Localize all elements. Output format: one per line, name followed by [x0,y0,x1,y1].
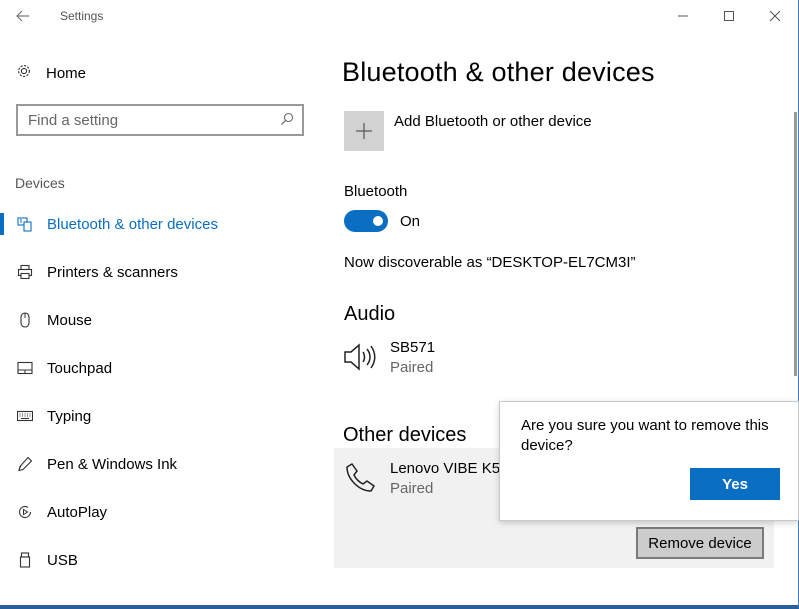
search-icon[interactable] [280,112,294,131]
discoverable-text: Now discoverable as “DESKTOP-EL7CM3I” [344,254,636,271]
sidebar: Home Devices Bluetooth & other devices P… [0,32,320,605]
sidebar-item-label: Printers & scanners [47,263,178,281]
sidebar-item-typing[interactable]: Typing [0,396,320,436]
bluetooth-devices-icon [16,215,34,233]
minimize-icon[interactable] [660,0,706,32]
sidebar-item-label: Typing [47,407,92,425]
sidebar-item-usb[interactable]: USB [0,540,320,580]
confirm-message: Are you sure you want to remove this dev… [521,417,769,454]
sidebar-item-printers[interactable]: Printers & scanners [0,252,320,292]
gear-icon [16,63,32,83]
sidebar-item-autoplay[interactable]: AutoPlay [0,492,320,532]
close-icon[interactable] [752,0,798,32]
sidebar-item-label: AutoPlay [47,503,108,521]
remove-device-button[interactable]: Remove device [636,527,764,559]
settings-window: Settings Home Devices [0,0,799,609]
sidebar-item-label: Pen & Windows Ink [47,455,178,473]
home-label: Home [46,64,87,82]
usb-icon [16,551,34,569]
yes-button[interactable]: Yes [690,468,780,500]
speaker-icon [342,339,378,375]
other-device-name: Lenovo VIBE K5 [390,460,501,477]
add-device-label[interactable]: Add Bluetooth or other device [394,113,592,130]
audio-device-status: Paired [390,359,434,376]
sidebar-item-label: Bluetooth & other devices [47,215,218,233]
sidebar-item-bluetooth[interactable]: Bluetooth & other devices [0,204,320,244]
toggle-knob [373,216,383,226]
search-input[interactable] [28,111,268,129]
confirm-remove-flyout: Are you sure you want to remove this dev… [499,401,799,521]
page-title: Bluetooth & other devices [342,57,655,87]
keyboard-icon [16,407,34,425]
other-device-status: Paired [390,480,434,497]
home-link[interactable]: Home [16,62,86,84]
search-box[interactable] [16,104,304,136]
scrollbar[interactable] [794,112,797,376]
sidebar-item-pen[interactable]: Pen & Windows Ink [0,444,320,484]
bluetooth-state-label: On [400,213,421,230]
pen-icon [16,455,34,473]
mouse-icon [16,311,34,329]
sidebar-item-label: Touchpad [47,359,113,377]
add-device-button[interactable] [344,111,384,151]
maximize-icon[interactable] [706,0,752,32]
other-devices-heading: Other devices [343,424,467,446]
printer-icon [16,263,34,281]
back-arrow-icon[interactable] [8,4,38,28]
touchpad-icon [16,359,34,377]
phone-icon [342,460,378,496]
audio-heading: Audio [344,303,396,325]
audio-device-name: SB571 [390,339,436,356]
sidebar-item-mouse[interactable]: Mouse [0,300,320,340]
sidebar-item-label: USB [47,551,78,569]
title-bar: Settings [0,0,798,32]
app-title: Settings [60,9,104,23]
sidebar-item-label: Mouse [47,311,93,329]
bluetooth-toggle[interactable] [344,210,388,232]
autoplay-icon [16,503,34,521]
section-label-devices: Devices [15,175,65,191]
sidebar-item-touchpad[interactable]: Touchpad [0,348,320,388]
plus-icon [356,123,372,139]
bluetooth-label: Bluetooth [344,183,408,200]
